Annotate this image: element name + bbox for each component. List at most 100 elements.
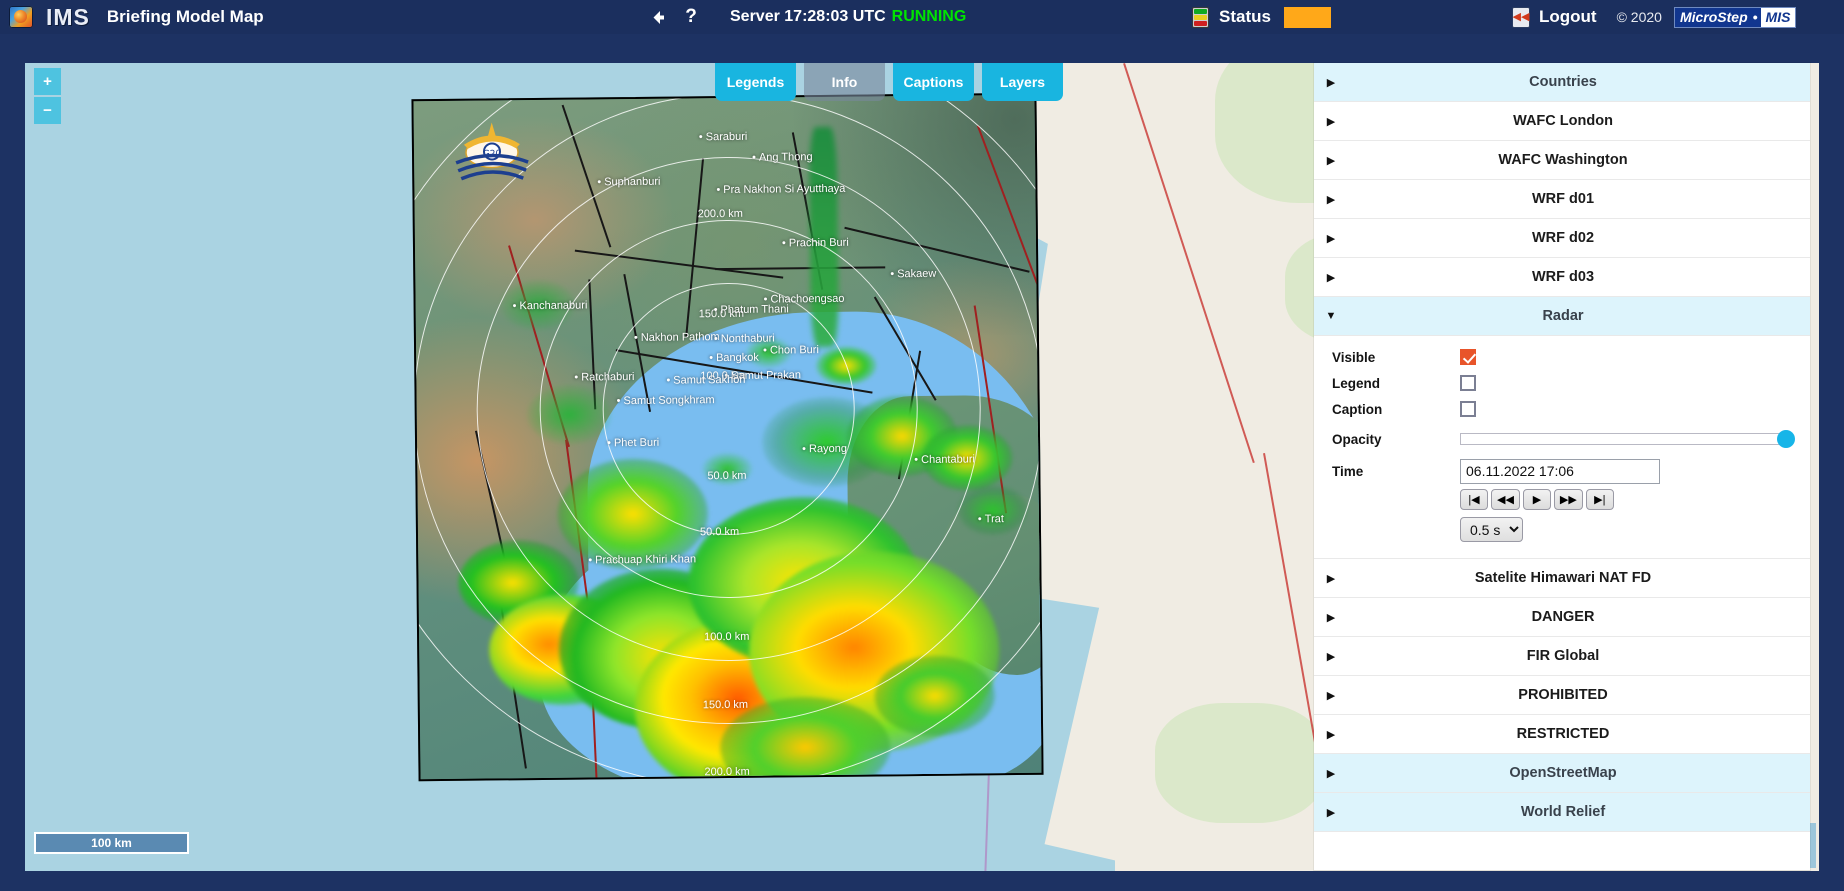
- layer-name: FIR Global: [1526, 648, 1600, 664]
- logout-door-icon[interactable]: ◀◀: [1512, 6, 1530, 28]
- copyright-text: © 2020: [1616, 9, 1662, 25]
- city-label: Pra Nakhon Si Ayutthaya: [716, 183, 845, 196]
- radar-raster-layer: 50.0 km 50.0 km 100.0 km 100.0 km 150.0 …: [411, 92, 1044, 782]
- page-title: Briefing Model Map: [106, 7, 264, 26]
- map-tab-bar[interactable]: Legends Info Captions Layers: [715, 63, 1063, 101]
- city-label: Samut Sakhon: [666, 374, 745, 387]
- traffic-light-status-icon[interactable]: [1192, 6, 1209, 28]
- first-frame-button[interactable]: |◀: [1460, 489, 1488, 510]
- range-ring-label: 200.0 km: [704, 765, 750, 779]
- chevron-right-icon[interactable]: ▶: [1320, 232, 1342, 245]
- layer-row-wrf-d03[interactable]: ▶ WRF d03: [1314, 258, 1810, 297]
- chevron-right-icon[interactable]: ▶: [1320, 115, 1342, 128]
- layer-name: DANGER: [1531, 609, 1595, 625]
- chevron-right-icon[interactable]: ▶: [1320, 611, 1342, 624]
- brand-short: IMS: [46, 3, 90, 30]
- logout-button[interactable]: Logout: [1539, 7, 1597, 27]
- question-mark-icon[interactable]: ?: [674, 3, 708, 31]
- chevron-right-icon[interactable]: ▶: [1320, 767, 1342, 780]
- visible-label: Visible: [1332, 349, 1376, 365]
- status-group: Status: [1192, 6, 1331, 28]
- scale-bar: 100 km: [34, 832, 189, 854]
- chevron-right-icon[interactable]: ▶: [1320, 76, 1342, 89]
- chevron-right-icon[interactable]: ▶: [1320, 572, 1342, 585]
- tab-captions[interactable]: Captions: [893, 63, 974, 101]
- step-forward-button[interactable]: ▶▶: [1553, 489, 1583, 510]
- time-input[interactable]: [1460, 458, 1660, 484]
- caption-label: Caption: [1332, 401, 1383, 417]
- back-arrow-icon[interactable]: [640, 3, 674, 31]
- visible-checkbox[interactable]: [1460, 349, 1476, 365]
- last-frame-button[interactable]: ▶|: [1585, 489, 1614, 510]
- layer-row-world-relief[interactable]: ▶ World Relief: [1314, 793, 1810, 832]
- layer-name: Radar: [1542, 308, 1584, 324]
- tab-info[interactable]: Info: [804, 63, 885, 101]
- city-label: Rayong: [802, 443, 847, 455]
- opacity-slider-track[interactable]: [1460, 430, 1795, 448]
- layer-row-wafc-washington[interactable]: ▶ WAFC Washington: [1314, 141, 1810, 180]
- chevron-right-icon[interactable]: ▶: [1320, 193, 1342, 206]
- layers-panel[interactable]: ▶ Countries ▶ WAFC London ▶ WAFC Washing…: [1314, 63, 1810, 870]
- city-label: Nakhon Pathom: [634, 331, 720, 344]
- caption-checkbox[interactable]: [1460, 401, 1476, 417]
- layer-name: RESTRICTED: [1516, 726, 1610, 742]
- top-bar-center: ? Server 17:28:03 UTC RUNNING: [640, 3, 966, 31]
- layer-name: Countries: [1529, 74, 1597, 90]
- range-ring-label: 50.0 km: [707, 469, 747, 483]
- city-label: Chon Buri: [763, 344, 819, 357]
- layer-row-wafc-london[interactable]: ▶ WAFC London: [1314, 102, 1810, 141]
- legend-label: Legend: [1332, 375, 1381, 391]
- chevron-right-icon[interactable]: ▶: [1320, 806, 1342, 819]
- layer-row-radar[interactable]: ▼ Radar: [1314, 297, 1810, 336]
- brand-name-1: MicroStep: [1674, 7, 1753, 27]
- layer-name: WRF d03: [1531, 269, 1595, 285]
- royal-crest-icon: G20: [444, 118, 541, 191]
- tab-layers[interactable]: Layers: [982, 63, 1063, 101]
- layer-name: OpenStreetMap: [1509, 765, 1617, 781]
- opacity-slider[interactable]: [1460, 430, 1810, 448]
- server-time: Server 17:28:03 UTC RUNNING: [730, 8, 966, 26]
- microstep-mis-logo: MicroStep • MIS: [1673, 6, 1797, 28]
- zoom-out-button[interactable]: −: [34, 97, 61, 124]
- city-label: Prachuap Khiri Khan: [588, 553, 696, 566]
- layer-row-fir-global[interactable]: ▶ FIR Global: [1314, 637, 1810, 676]
- layer-row-wrf-d02[interactable]: ▶ WRF d02: [1314, 219, 1810, 258]
- layer-row-wrf-d01[interactable]: ▶ WRF d01: [1314, 180, 1810, 219]
- layer-row-openstreetmap[interactable]: ▶ OpenStreetMap: [1314, 754, 1810, 793]
- layer-name: Satelite Himawari NAT FD: [1474, 570, 1652, 586]
- legend-checkbox[interactable]: [1460, 375, 1476, 391]
- top-bar-right: ◀◀ Logout © 2020 MicroStep • MIS: [1512, 6, 1797, 28]
- layer-row-satelite-himawari[interactable]: ▶ Satelite Himawari NAT FD: [1314, 559, 1810, 598]
- range-ring-label: 200.0 km: [697, 207, 743, 221]
- ims-logo-icon: [9, 6, 33, 28]
- zoom-in-button[interactable]: +: [34, 68, 61, 95]
- chevron-right-icon[interactable]: ▶: [1320, 650, 1342, 663]
- layer-row-danger[interactable]: ▶ DANGER: [1314, 598, 1810, 637]
- tab-legends[interactable]: Legends: [715, 63, 796, 101]
- city-label: Saraburi: [699, 131, 748, 144]
- zoom-controls[interactable]: + −: [34, 68, 61, 126]
- radar-visible-row: Visible: [1314, 344, 1810, 370]
- chevron-right-icon[interactable]: ▶: [1320, 154, 1342, 167]
- opacity-slider-knob[interactable]: [1777, 430, 1795, 448]
- layer-name: WRF d01: [1531, 191, 1595, 207]
- time-label: Time: [1332, 463, 1364, 479]
- range-rings: [411, 92, 1044, 782]
- layer-row-restricted[interactable]: ▶ RESTRICTED: [1314, 715, 1810, 754]
- animation-speed-select[interactable]: 0.5 s: [1460, 517, 1523, 542]
- city-label: Samut Songkhram: [617, 394, 714, 407]
- city-label: Chachoengsao: [764, 293, 844, 306]
- range-ring: [411, 92, 1044, 782]
- chevron-right-icon[interactable]: ▶: [1320, 689, 1342, 702]
- chevron-right-icon[interactable]: ▶: [1320, 728, 1342, 741]
- layer-row-countries[interactable]: ▶ Countries: [1314, 63, 1810, 102]
- chevron-right-icon[interactable]: ▶: [1320, 271, 1342, 284]
- city-label: Ang Thong: [752, 151, 813, 164]
- radar-opacity-row: Opacity: [1314, 426, 1810, 452]
- step-back-button[interactable]: ◀◀: [1491, 489, 1520, 510]
- city-label: Phet Buri: [607, 437, 659, 450]
- layer-row-prohibited[interactable]: ▶ PROHIBITED: [1314, 676, 1810, 715]
- chevron-down-icon[interactable]: ▼: [1320, 310, 1342, 322]
- play-button[interactable]: ▶: [1522, 489, 1551, 510]
- animation-controls[interactable]: |◀ ◀◀ ▶ ▶▶ ▶|: [1460, 489, 1810, 510]
